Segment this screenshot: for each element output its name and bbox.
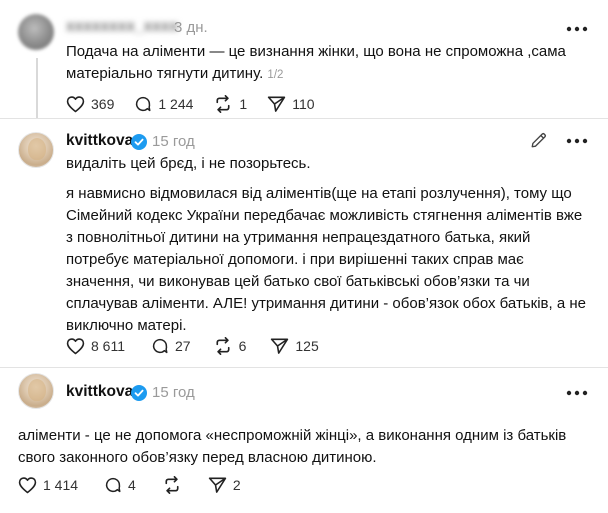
like-count: 369	[91, 96, 115, 112]
comment-icon	[152, 338, 168, 354]
post-actions: 1 414 4 2	[18, 476, 241, 494]
like-count: 8 611	[91, 338, 125, 354]
username[interactable]: kvittkova	[66, 383, 133, 401]
post-text-body: я навмисно відмовилася від аліментів(ще …	[66, 185, 586, 334]
comment-button[interactable]: 1 244	[134, 95, 193, 113]
share-button[interactable]: 2	[208, 476, 241, 494]
repost-count: 6	[238, 338, 247, 354]
post-text-intro: видаліть цей брєд, і не позорьтесь.	[66, 155, 311, 172]
heart-icon	[66, 96, 85, 113]
share-count: 2	[232, 477, 241, 493]
comment-icon	[136, 96, 151, 112]
comment-button[interactable]: 27	[151, 337, 191, 355]
repost-icon	[216, 337, 230, 355]
avatar[interactable]	[18, 373, 54, 409]
comment-icon	[105, 477, 121, 493]
repost-button[interactable]	[162, 476, 188, 494]
avatar[interactable]	[18, 14, 54, 50]
like-button[interactable]: 369	[66, 95, 114, 113]
divider	[0, 367, 608, 368]
more-icon[interactable]	[566, 390, 588, 396]
more-icon[interactable]	[566, 138, 588, 144]
username[interactable]: xxxxxxxx_xxxx	[66, 18, 178, 36]
verified-icon	[131, 134, 147, 150]
comment-count: 27	[175, 338, 191, 354]
verified-icon	[131, 385, 147, 401]
comment-button[interactable]: 4	[104, 476, 136, 494]
share-icon	[267, 96, 286, 112]
edit-icon[interactable]	[530, 131, 548, 149]
post-text: аліменти - це не допомога «неспроможній …	[18, 427, 567, 466]
repost-count: 1	[239, 96, 248, 112]
username[interactable]: kvittkova	[66, 132, 133, 150]
share-icon	[271, 338, 289, 354]
like-button[interactable]: 8 611	[66, 337, 125, 355]
more-icon[interactable]	[566, 26, 588, 32]
share-icon	[208, 477, 227, 493]
timestamp[interactable]: 3 дн.	[174, 19, 208, 36]
thread-line	[36, 58, 38, 118]
share-count: 110	[292, 96, 315, 112]
page-counter: 1/2	[267, 69, 284, 81]
share-button[interactable]: 110	[267, 95, 315, 113]
divider	[0, 118, 608, 119]
like-count: 1 414	[43, 477, 79, 493]
share-button[interactable]: 125	[270, 337, 319, 355]
post-actions: 8 611 27 6 125	[66, 337, 319, 355]
avatar[interactable]	[18, 132, 54, 168]
repost-button[interactable]: 6	[213, 337, 247, 355]
post-text-body: Подача на аліменти — це визнання жінки, …	[66, 43, 566, 82]
heart-icon	[66, 338, 85, 355]
comment-count: 4	[128, 477, 136, 493]
repost-icon	[165, 476, 179, 494]
post-text: Подача на аліменти — це визнання жінки, …	[66, 41, 586, 86]
like-button[interactable]: 1 414	[18, 476, 78, 494]
post-actions: 369 1 244 1 110	[66, 95, 315, 113]
timestamp[interactable]: 15 год	[152, 384, 195, 401]
heart-icon	[18, 477, 37, 494]
repost-icon	[216, 95, 230, 113]
timestamp[interactable]: 15 год	[152, 133, 195, 150]
comment-count: 1 244	[158, 96, 194, 112]
repost-button[interactable]: 1	[213, 95, 247, 113]
share-count: 125	[295, 338, 319, 354]
